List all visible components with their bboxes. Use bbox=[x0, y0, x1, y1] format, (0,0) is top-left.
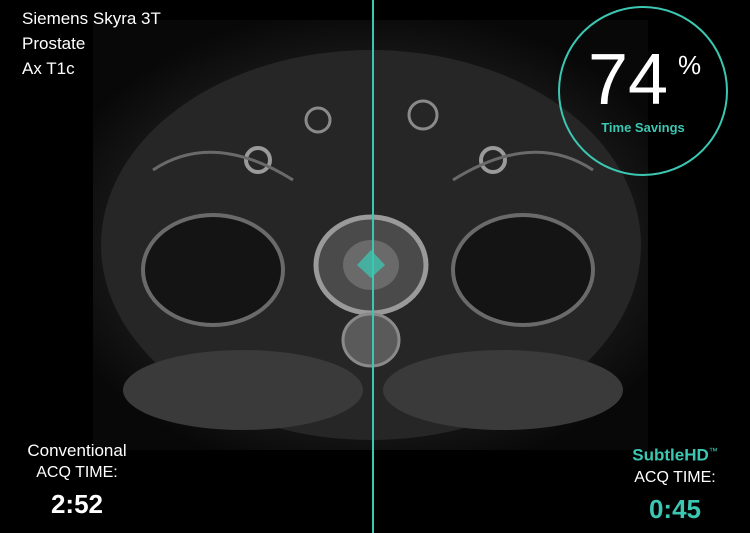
conventional-panel: Conventional ACQ TIME: 2:52 bbox=[22, 440, 132, 524]
subtlehd-panel: SubtleHD™ ACQ TIME: 0:45 bbox=[620, 440, 730, 529]
subtlehd-title: SubtleHD™ bbox=[620, 440, 730, 467]
trademark-symbol: ™ bbox=[708, 446, 718, 456]
conventional-acq-label: ACQ TIME: bbox=[36, 464, 118, 481]
comparison-divider[interactable] bbox=[372, 0, 374, 533]
region-label: Prostate bbox=[22, 34, 86, 53]
savings-value: 74 bbox=[588, 40, 669, 120]
savings-unit: % bbox=[678, 50, 702, 80]
subtlehd-name: SubtleHD bbox=[632, 445, 709, 465]
sequence-label: Ax T1c bbox=[22, 59, 75, 78]
time-savings-badge: 74 % Time Savings bbox=[558, 6, 728, 176]
subtlehd-acq-label: ACQ TIME: bbox=[634, 468, 716, 486]
subtlehd-time: 0:45 bbox=[648, 493, 702, 524]
scanner-label: Siemens Skyra 3T bbox=[22, 9, 161, 28]
conventional-title: Conventional bbox=[27, 441, 127, 460]
savings-label: Time Savings bbox=[601, 120, 685, 135]
scan-info: Siemens Skyra 3T Prostate Ax T1c bbox=[22, 6, 161, 81]
conventional-time: 2:52 bbox=[50, 489, 104, 519]
